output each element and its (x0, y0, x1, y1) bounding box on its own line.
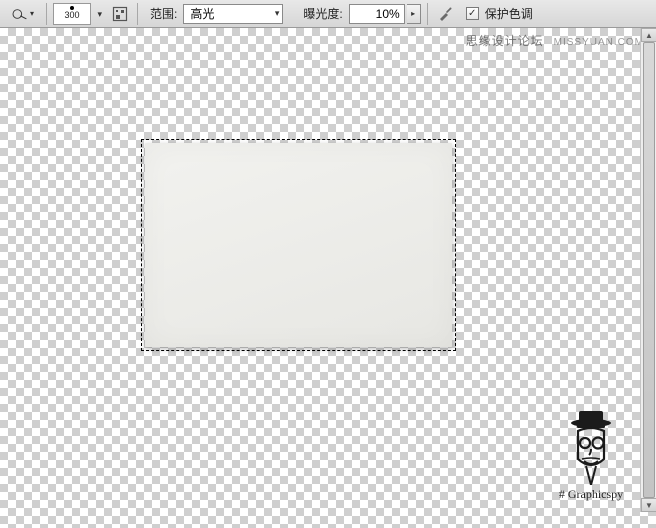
protect-tones-label: 保护色调 (485, 5, 533, 22)
exposure-dropdown[interactable]: ▸ (407, 4, 421, 24)
range-label: 范围: (150, 5, 177, 22)
airbrush-icon (437, 6, 453, 22)
range-select[interactable]: 高光 ▾ (183, 4, 283, 24)
watermark-cn: 思缘设计论坛 (466, 32, 544, 49)
brush-panel-icon (112, 6, 128, 22)
tool-preset-picker[interactable]: ▾ (6, 3, 40, 25)
brush-preview-dot (70, 6, 74, 10)
brush-preset-picker[interactable]: 300 ▾ (53, 3, 91, 25)
dodge-tool-icon (12, 6, 28, 22)
exposure-input[interactable]: 10% (349, 4, 405, 24)
canvas-area[interactable]: 思缘设计论坛 MISSYUAN.COM # Graphicspy ▲ ▼ (0, 28, 656, 528)
brush-panel-toggle[interactable] (109, 3, 131, 25)
site-watermark: 思缘设计论坛 MISSYUAN.COM (466, 32, 644, 49)
scroll-down-button[interactable]: ▼ (641, 498, 656, 512)
separator (137, 3, 138, 25)
chevron-down-icon: ▾ (97, 9, 102, 20)
options-toolbar: ▾ 300 ▾ 范围: 高光 ▾ 曝光度: 10% ▸ ✓ (0, 0, 656, 28)
exposure-value: 10% (376, 7, 400, 21)
graphicspy-logo-icon (556, 411, 626, 485)
paper-layer (145, 143, 452, 347)
chevron-down-icon: ▾ (275, 8, 280, 19)
protect-tones-checkbox[interactable]: ✓ (466, 7, 479, 20)
scroll-thumb[interactable] (643, 42, 655, 498)
credit-text: # Graphicspy (556, 487, 626, 502)
vertical-scrollbar: ▲ ▼ (640, 28, 656, 512)
separator (427, 3, 428, 25)
separator (46, 3, 47, 25)
scroll-up-button[interactable]: ▲ (641, 28, 656, 42)
airbrush-toggle[interactable] (434, 3, 456, 25)
brush-size-value: 300 (64, 11, 79, 20)
chevron-right-icon: ▸ (411, 9, 415, 18)
watermark-en: MISSYUAN.COM (554, 37, 644, 48)
exposure-label: 曝光度: (303, 5, 342, 22)
range-value: 高光 (190, 5, 214, 22)
chevron-down-icon: ▾ (30, 9, 34, 18)
author-credit: # Graphicspy (556, 411, 626, 502)
